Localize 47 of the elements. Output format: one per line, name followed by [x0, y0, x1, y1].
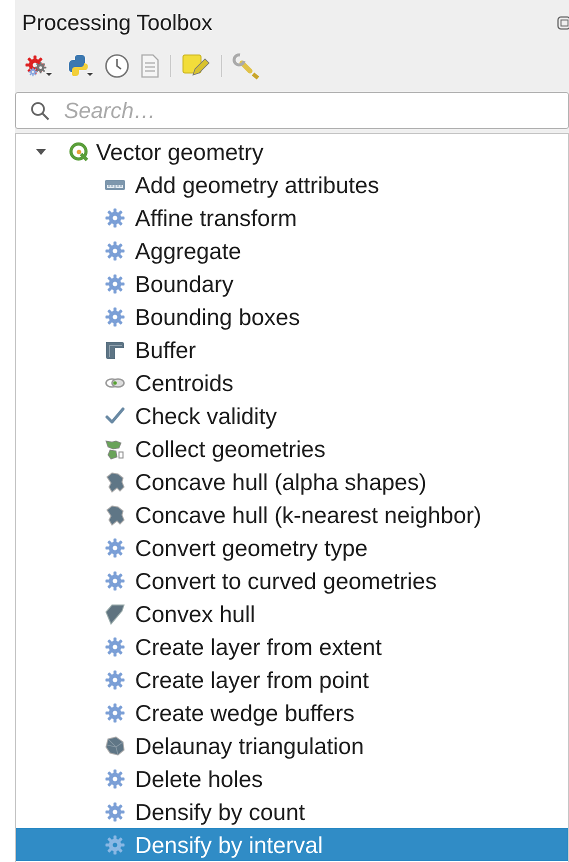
- algorithm-item[interactable]: Create layer from extent: [16, 630, 568, 663]
- search-icon: [30, 101, 50, 121]
- algorithm-item[interactable]: Boundary: [16, 267, 568, 300]
- blob-icon: [104, 470, 126, 492]
- gear-icon: [104, 570, 126, 592]
- algorithm-item[interactable]: Concave hull (k-nearest neighbor): [16, 498, 568, 531]
- gear-icon: [104, 834, 126, 856]
- polygon-icon: [104, 602, 126, 624]
- algorithm-item[interactable]: Densify by interval: [16, 828, 568, 861]
- group-label: Vector geometry: [96, 138, 264, 166]
- tree-group-row[interactable]: Vector geometry: [16, 135, 568, 168]
- collect-icon: [104, 438, 126, 460]
- gear-icon: [104, 768, 126, 790]
- search-field[interactable]: Search…: [15, 92, 569, 129]
- gear-icon: [104, 536, 126, 558]
- panel-title: Processing Toolbox: [22, 10, 212, 36]
- algorithm-item[interactable]: Affine transform: [16, 201, 568, 234]
- algorithm-item[interactable]: Convert geometry type: [16, 531, 568, 564]
- gear-icon: [104, 272, 126, 294]
- q-logo-icon: [68, 140, 90, 162]
- algorithm-item[interactable]: Bounding boxes: [16, 300, 568, 333]
- gear-icon: [104, 306, 126, 328]
- gear-icon: [104, 206, 126, 228]
- algorithm-item[interactable]: Check validity: [16, 399, 568, 432]
- algorithm-item[interactable]: Convert to curved geometries: [16, 564, 568, 597]
- algorithm-item[interactable]: Buffer: [16, 333, 568, 366]
- algorithm-item[interactable]: Densify by count: [16, 795, 568, 828]
- blob-icon: [104, 504, 126, 526]
- gear-icon: [104, 668, 126, 690]
- algorithm-item[interactable]: Centroids: [16, 366, 568, 399]
- check-icon: [104, 404, 126, 426]
- algorithm-item[interactable]: Add geometry attributes: [16, 168, 568, 201]
- algorithm-item[interactable]: Aggregate: [16, 234, 568, 267]
- gear-icon: [104, 636, 126, 658]
- algorithm-item[interactable]: Convex hull: [16, 597, 568, 630]
- algorithm-item[interactable]: Create wedge buffers: [16, 696, 568, 729]
- algorithm-item[interactable]: Collect geometries: [16, 432, 568, 465]
- gear-icon: [104, 800, 126, 822]
- algorithm-item[interactable]: Create layer from point: [16, 663, 568, 696]
- float-window-icon[interactable]: [557, 16, 569, 30]
- mesh-icon: [104, 734, 126, 756]
- history-button[interactable]: [104, 51, 130, 81]
- algorithm-item[interactable]: Delete holes: [16, 762, 568, 795]
- algorithm-item[interactable]: Delaunay triangulation: [16, 729, 568, 762]
- algorithm-item[interactable]: Concave hull (alpha shapes): [16, 465, 568, 498]
- gear-icon: [104, 240, 126, 262]
- gear-icon: [104, 702, 126, 724]
